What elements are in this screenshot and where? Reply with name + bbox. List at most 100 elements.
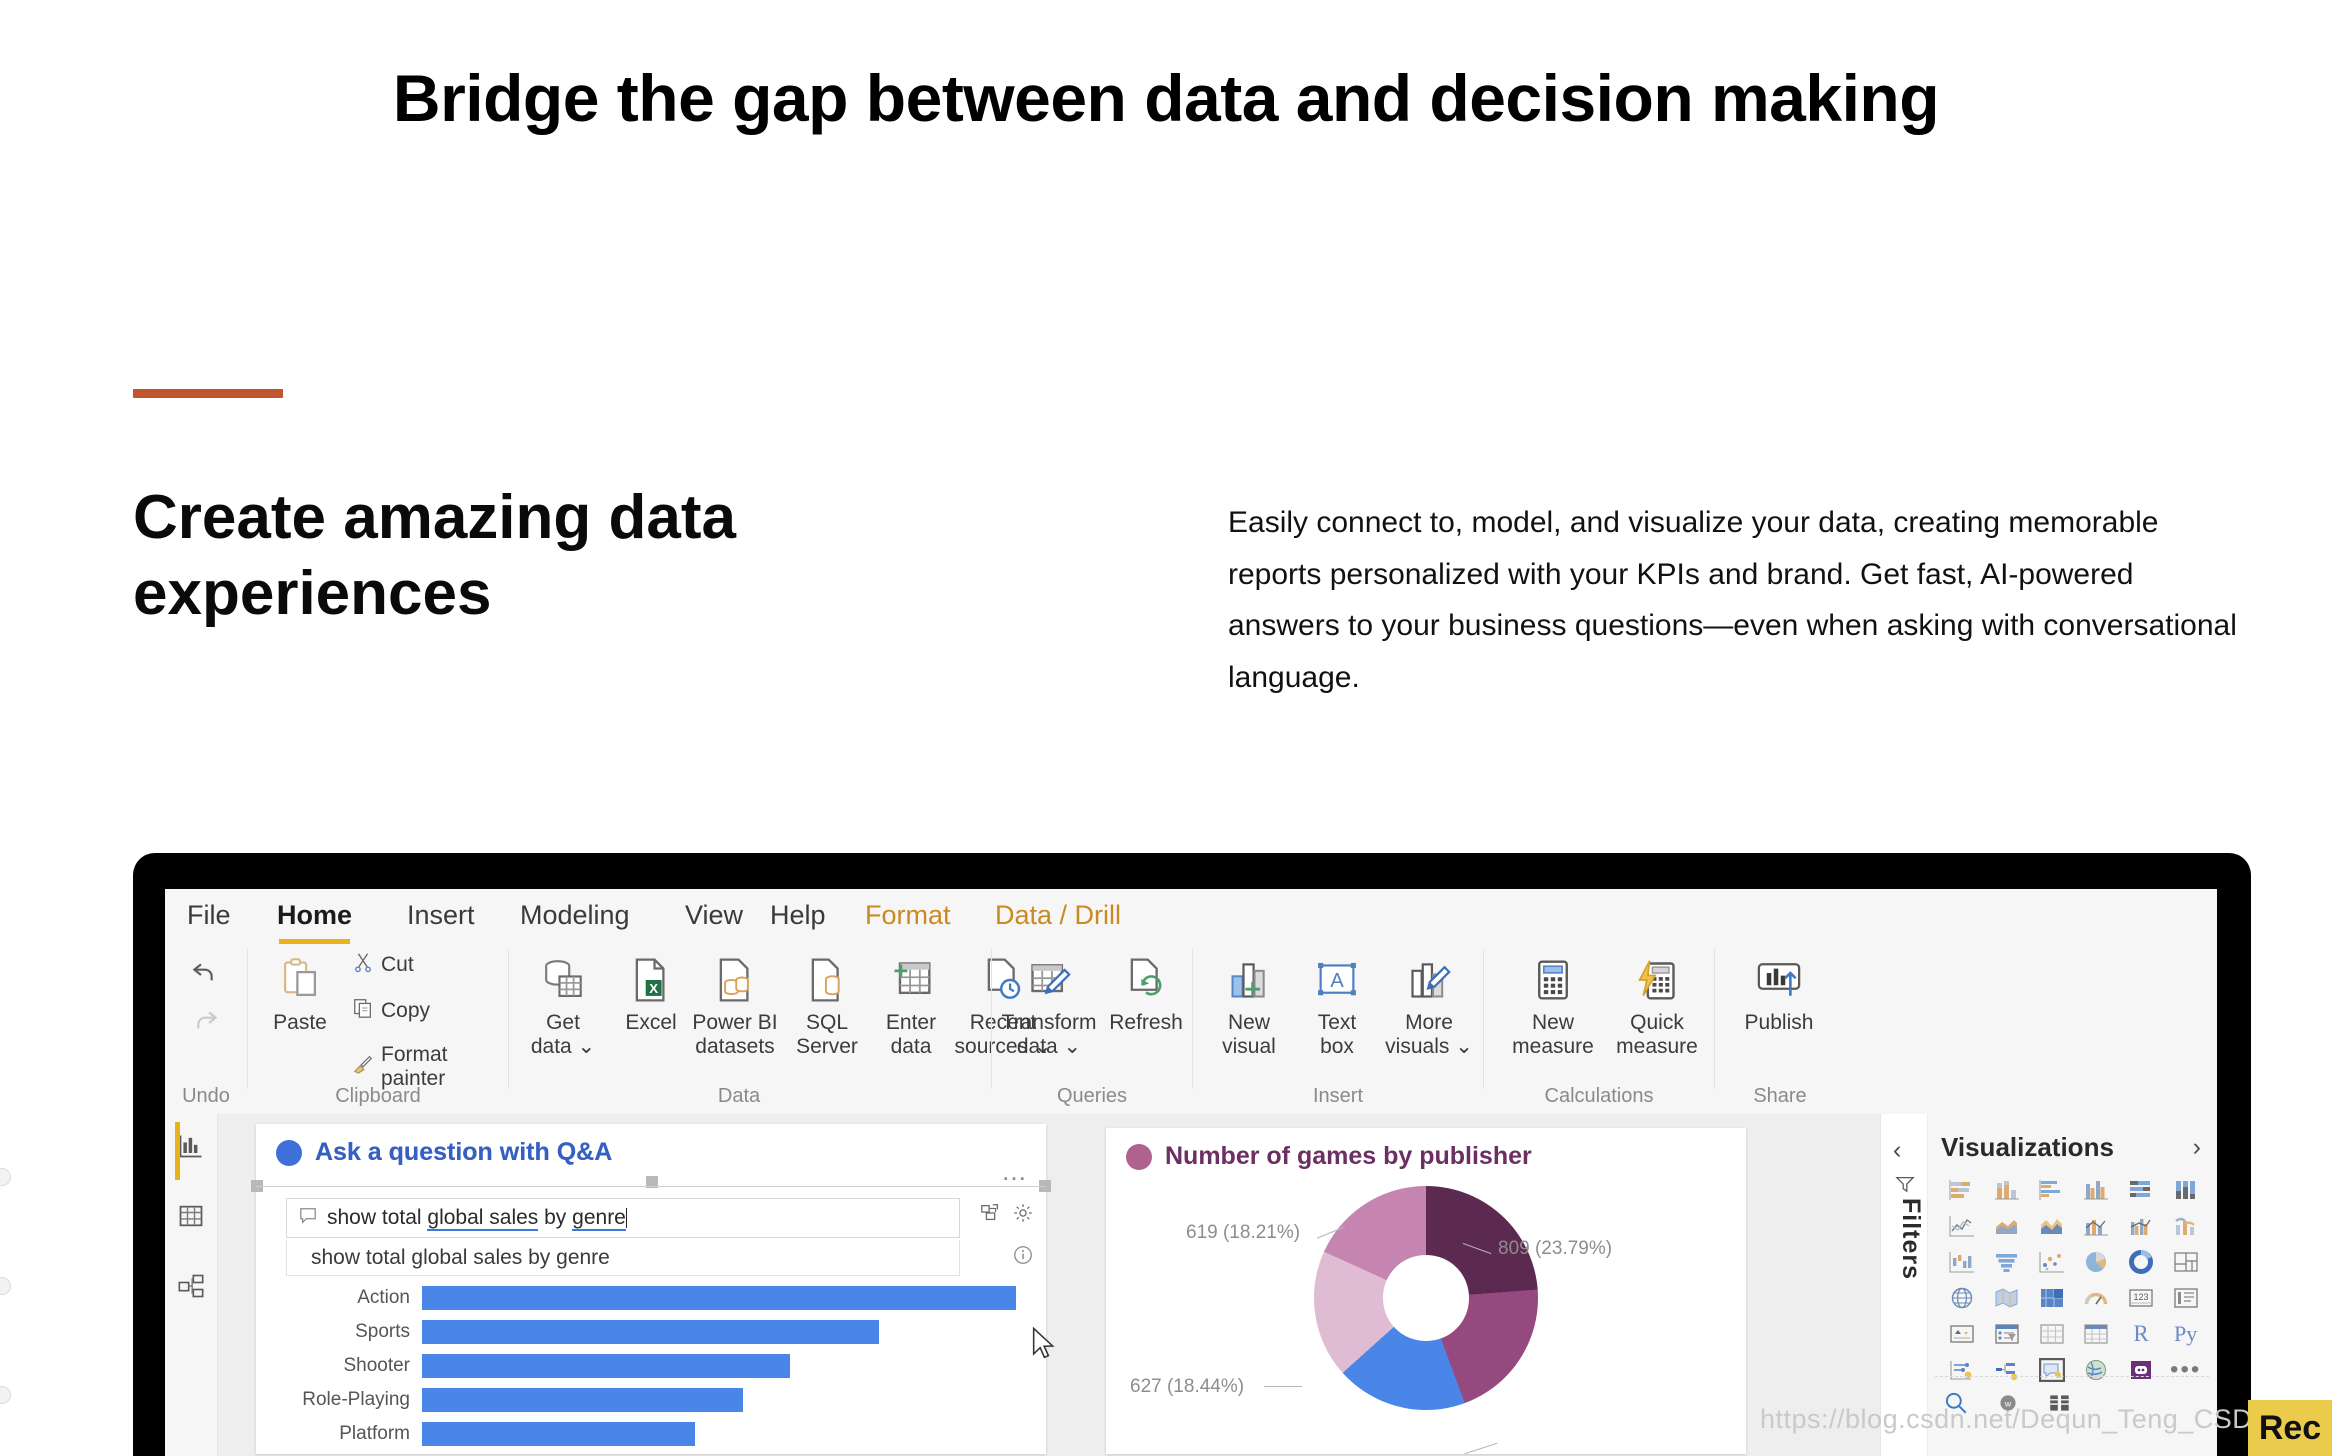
tab-home[interactable]: Home bbox=[277, 900, 352, 944]
viz-treemap-icon[interactable] bbox=[2166, 1248, 2205, 1276]
cut-button[interactable]: Cut bbox=[352, 951, 414, 979]
qa-visual-card[interactable]: Ask a question with Q&A … show total glo… bbox=[251, 1124, 1051, 1454]
donut-visual-card[interactable]: Number of games by publisher 809 (23.79%… bbox=[1106, 1128, 1746, 1456]
tab-view[interactable]: View bbox=[685, 900, 743, 931]
ribbon-group-label: Insert bbox=[1312, 1085, 1364, 1107]
quick-measure-button[interactable]: Quick measure bbox=[1602, 951, 1712, 1059]
bar-row[interactable]: Role-Playing bbox=[286, 1386, 1016, 1413]
new-measure-button[interactable]: New measure bbox=[1498, 951, 1608, 1059]
viz-table-icon[interactable] bbox=[2032, 1320, 2071, 1348]
qa-suggestion-item[interactable]: show total global sales by genre bbox=[286, 1240, 960, 1276]
viz-python-script-icon[interactable]: Py bbox=[2166, 1320, 2205, 1348]
bar-category-label: Role-Playing bbox=[302, 1388, 410, 1410]
viz-gauge-icon[interactable] bbox=[2077, 1284, 2116, 1312]
get-data-label-1: Get bbox=[546, 1011, 580, 1034]
sidebar-item-report-view[interactable] bbox=[175, 1122, 207, 1180]
tab-help[interactable]: Help bbox=[770, 900, 826, 931]
bar-row[interactable]: Shooter bbox=[286, 1352, 1016, 1379]
tab-insert[interactable]: Insert bbox=[407, 900, 475, 931]
chevron-right-icon[interactable]: › bbox=[2193, 1133, 2201, 1162]
enter-data-button[interactable]: Enter data bbox=[865, 951, 957, 1059]
sidebar-item-model-view[interactable] bbox=[175, 1272, 207, 1304]
viz-stacked-area-chart-icon[interactable] bbox=[2032, 1212, 2071, 1240]
viz-clustered-column-chart-icon[interactable] bbox=[2077, 1176, 2116, 1204]
sidebar-item-data-view[interactable] bbox=[175, 1202, 207, 1234]
filters-pane-label[interactable]: Filters bbox=[1885, 1198, 1925, 1280]
chevron-down-icon[interactable]: ⌄ bbox=[1449, 1035, 1473, 1058]
viz-more-options-icon[interactable]: ••• bbox=[2166, 1356, 2205, 1384]
visualizations-title: Visualizations bbox=[1941, 1132, 2114, 1162]
viz-key-influencers-icon[interactable] bbox=[1943, 1356, 1982, 1384]
viz-card-icon[interactable]: 123 bbox=[2122, 1284, 2161, 1312]
viz-clustered-bar-chart-icon[interactable] bbox=[2032, 1176, 2071, 1204]
copy-button[interactable]: Copy bbox=[352, 997, 430, 1025]
refresh-label-1: Refresh bbox=[1109, 1011, 1183, 1034]
bar-row[interactable]: Sports bbox=[286, 1318, 1016, 1345]
viz-decomposition-tree-icon[interactable] bbox=[1988, 1356, 2027, 1384]
bar-row[interactable]: Action bbox=[286, 1284, 1016, 1311]
viz-kpi-icon[interactable] bbox=[1943, 1320, 1982, 1348]
redo-button[interactable] bbox=[187, 1003, 223, 1040]
new-visual-button[interactable]: New visual bbox=[1203, 951, 1295, 1059]
viz-area-chart-icon[interactable] bbox=[1988, 1212, 2027, 1240]
viz-funnel-chart-icon[interactable] bbox=[1988, 1248, 2027, 1276]
selection-handle[interactable] bbox=[0, 1168, 11, 1186]
tab-file[interactable]: File bbox=[187, 900, 231, 931]
qa-settings-gear-button[interactable] bbox=[1012, 1202, 1034, 1229]
report-canvas[interactable]: Ask a question with Q&A … show total glo… bbox=[218, 1114, 1881, 1456]
selection-handle[interactable] bbox=[0, 1277, 11, 1295]
powerbi-datasets-button[interactable]: Power BI datasets bbox=[689, 951, 781, 1059]
refresh-button[interactable]: Refresh bbox=[1100, 951, 1192, 1035]
viz-line-and-clustered-column-icon[interactable] bbox=[2122, 1212, 2161, 1240]
viz-map-icon[interactable] bbox=[1943, 1284, 1982, 1312]
viz-waterfall-chart-icon[interactable] bbox=[1943, 1248, 1982, 1276]
viz-ribbon-chart-icon[interactable] bbox=[2166, 1212, 2205, 1240]
qa-more-options-button[interactable]: … bbox=[1001, 1156, 1030, 1187]
viz-multi-row-card-icon[interactable] bbox=[2166, 1284, 2205, 1312]
text-box-button[interactable]: A Text box bbox=[1291, 951, 1383, 1059]
chevron-left-icon[interactable]: ‹ bbox=[1893, 1136, 1901, 1165]
viz-smart-narrative-icon[interactable] bbox=[2077, 1356, 2116, 1384]
excel-button[interactable]: X Excel bbox=[605, 951, 697, 1035]
transform-data-button[interactable]: Transform data ⌄ bbox=[996, 951, 1102, 1059]
paste-button[interactable]: Paste bbox=[254, 951, 346, 1035]
quick-measure-label-2: measure bbox=[1616, 1034, 1698, 1058]
viz-100-stacked-column-chart-icon[interactable] bbox=[2166, 1176, 2205, 1204]
qa-info-button[interactable] bbox=[1012, 1244, 1034, 1271]
chevron-down-icon[interactable]: ⌄ bbox=[1058, 1035, 1082, 1058]
viz-r-script-icon[interactable]: R bbox=[2122, 1320, 2161, 1348]
tab-format[interactable]: Format bbox=[865, 900, 951, 931]
donut-chart[interactable]: 809 (23.79%) 619 (18.21%) 627 (18.44%) 7… bbox=[1106, 1186, 1746, 1456]
bar-row[interactable]: Platform bbox=[286, 1420, 1016, 1447]
viz-matrix-icon[interactable] bbox=[2077, 1320, 2116, 1348]
viz-shape-map-icon[interactable] bbox=[2032, 1284, 2071, 1312]
viz-paginated-report-icon[interactable] bbox=[2122, 1356, 2161, 1384]
viz-pie-chart-icon[interactable] bbox=[2077, 1248, 2116, 1276]
chevron-down-icon[interactable]: ⌄ bbox=[572, 1035, 596, 1058]
qa-query-text: show total global sales by genre bbox=[327, 1206, 627, 1231]
excel-file-icon: X bbox=[605, 951, 697, 1009]
publish-button[interactable]: Publish bbox=[1733, 951, 1825, 1035]
viz-line-chart-icon[interactable] bbox=[1943, 1212, 1982, 1240]
get-data-button[interactable]: Get data ⌄ bbox=[517, 951, 609, 1059]
format-painter-button[interactable]: Format painter bbox=[352, 1043, 508, 1091]
tab-data-drill[interactable]: Data / Drill bbox=[995, 900, 1121, 931]
viz-filled-map-icon[interactable] bbox=[1988, 1284, 2027, 1312]
undo-button[interactable] bbox=[187, 955, 223, 992]
more-visuals-button[interactable]: More visuals ⌄ bbox=[1379, 951, 1479, 1059]
convert-to-visual-button[interactable] bbox=[980, 1202, 1002, 1229]
bar-chart[interactable]: Action Sports Shooter Role-Playing Platf… bbox=[286, 1284, 1016, 1454]
viz-qa-icon[interactable] bbox=[2032, 1356, 2071, 1384]
sql-server-button[interactable]: SQL Server bbox=[781, 951, 873, 1059]
viz-donut-chart-icon[interactable] bbox=[2122, 1248, 2161, 1276]
viz-stacked-column-chart-icon[interactable] bbox=[1988, 1176, 2027, 1204]
selection-handle[interactable] bbox=[0, 1386, 11, 1404]
model-relationships-icon bbox=[177, 1272, 205, 1305]
viz-stacked-bar-chart-icon[interactable] bbox=[1943, 1176, 1982, 1204]
viz-scatter-chart-icon[interactable] bbox=[2032, 1248, 2071, 1276]
tab-modeling[interactable]: Modeling bbox=[520, 900, 630, 931]
qa-search-input[interactable]: show total global sales by genre bbox=[286, 1198, 960, 1238]
viz-line-and-stacked-column-icon[interactable] bbox=[2077, 1212, 2116, 1240]
viz-100-stacked-bar-chart-icon[interactable] bbox=[2122, 1176, 2161, 1204]
viz-slicer-icon[interactable] bbox=[1988, 1320, 2027, 1348]
